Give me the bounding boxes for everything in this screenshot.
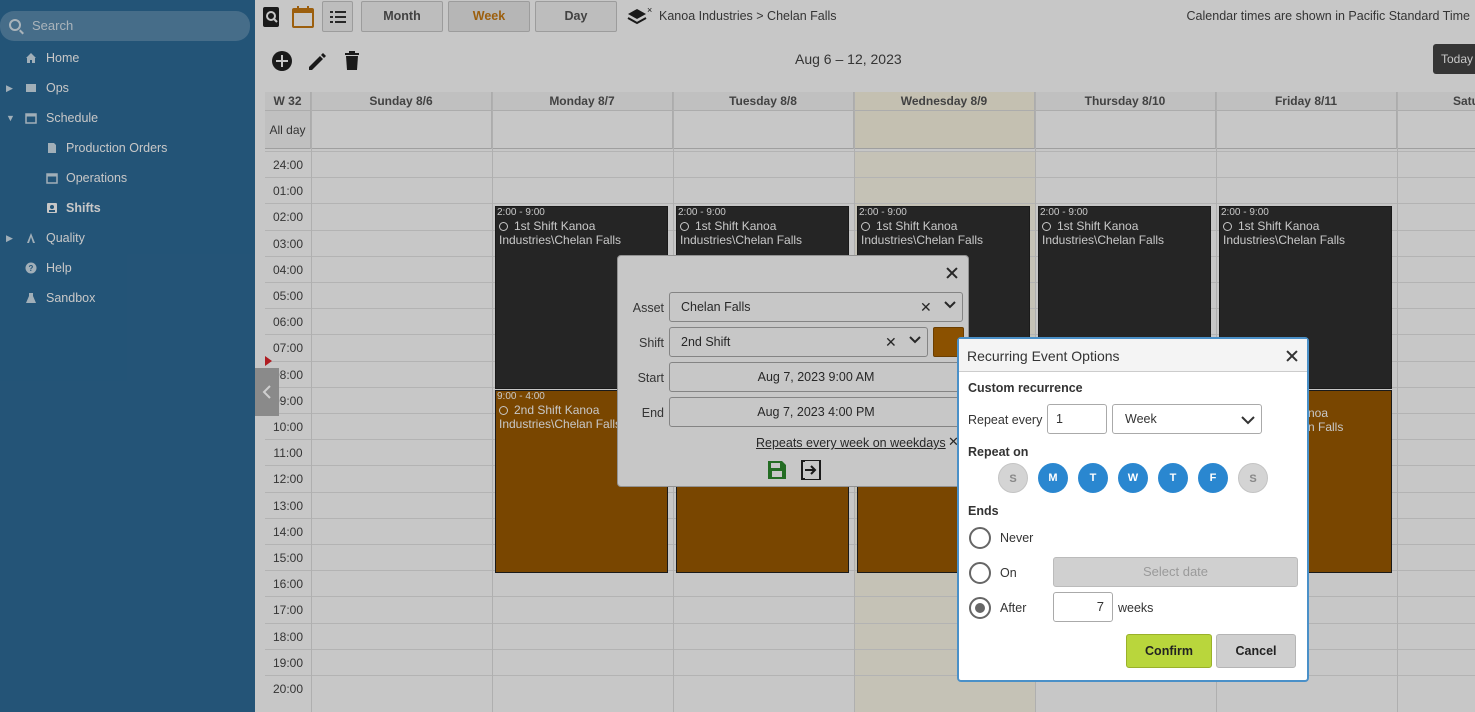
chevron-left-icon — [262, 385, 271, 399]
weekday-toggle[interactable]: T — [1158, 463, 1188, 493]
recurring-event-dialog: Recurring Event Options Custom recurrenc… — [957, 337, 1309, 682]
confirm-button[interactable]: Confirm — [1126, 634, 1212, 668]
ends-on-radio[interactable] — [969, 562, 991, 584]
weekday-toggle[interactable]: S — [1238, 463, 1268, 493]
dialog-title: Recurring Event Options — [967, 348, 1120, 364]
repeat-unit-select[interactable]: Week — [1112, 404, 1262, 434]
weekday-toggle[interactable]: F — [1198, 463, 1228, 493]
ends-after-label: After — [1000, 601, 1027, 615]
ends-on-label: On — [1000, 566, 1017, 580]
cancel-button[interactable]: Cancel — [1216, 634, 1296, 668]
ends-never-label: Never — [1000, 531, 1034, 545]
weekday-toggle[interactable]: W — [1118, 463, 1148, 493]
custom-recurrence-label: Custom recurrence — [968, 381, 1083, 395]
ends-never-radio[interactable] — [969, 527, 991, 549]
dialog-header: Recurring Event Options — [959, 339, 1307, 372]
weekday-toggle[interactable]: S — [998, 463, 1028, 493]
repeat-on-label: Repeat on — [968, 445, 1029, 459]
weekday-toggle[interactable]: T — [1078, 463, 1108, 493]
dialog-dim-overlay — [617, 255, 969, 487]
end-date-input[interactable]: Select date — [1053, 557, 1298, 587]
ends-after-radio[interactable] — [969, 597, 991, 619]
weekday-toggle[interactable]: M — [1038, 463, 1068, 493]
repeat-every-label: Repeat every — [968, 413, 1043, 427]
repeat-unit-value: Week — [1125, 412, 1157, 426]
chevron-down-icon — [1241, 416, 1255, 425]
close-icon[interactable] — [1285, 349, 1299, 363]
ends-label: Ends — [968, 504, 999, 518]
repeat-every-input[interactable]: 1 — [1047, 404, 1107, 434]
occurrences-unit: weeks — [1118, 601, 1154, 615]
collapse-sidebar-handle[interactable] — [255, 368, 279, 416]
occurrences-input[interactable]: 7 — [1053, 592, 1113, 622]
